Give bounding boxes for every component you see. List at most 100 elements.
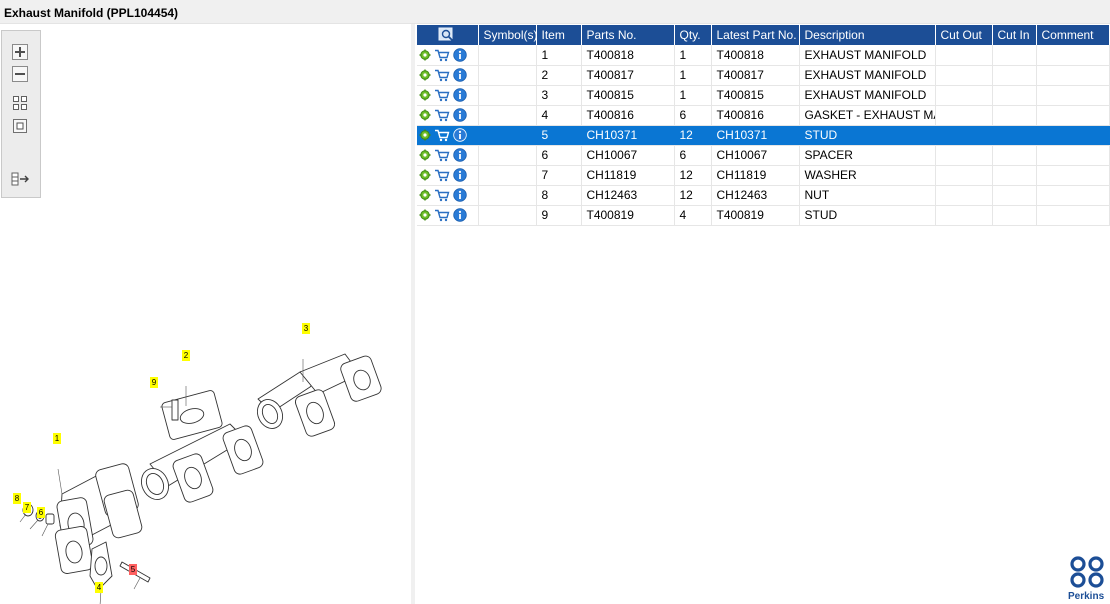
comment-cell — [1036, 145, 1110, 166]
comment-cell — [1036, 85, 1110, 106]
part-no-cell: CH12463 — [581, 185, 675, 206]
description-cell: WASHER — [799, 165, 936, 186]
cart-icon[interactable] — [434, 189, 450, 202]
symbols-cell — [478, 145, 537, 166]
cut-in-cell — [992, 205, 1037, 226]
table-row[interactable]: 7 CH11819 12 CH11819 WASHER — [417, 165, 1110, 186]
brand-name: Perkins — [1068, 591, 1105, 602]
qty-cell: 1 — [674, 45, 712, 66]
column-header-comment[interactable]: Comment — [1036, 25, 1110, 45]
column-header-qty[interactable]: Qty. — [674, 25, 712, 45]
cart-icon[interactable] — [434, 89, 450, 102]
table-row[interactable]: 3 T400815 1 T400815 EXHAUST MANIFOLD — [417, 85, 1110, 106]
search-parts-icon — [438, 27, 454, 42]
export-button[interactable] — [10, 170, 32, 188]
parts-list-pane: Symbol(s) Item Parts No. Qty. Latest Par… — [415, 24, 1110, 604]
qty-cell: 6 — [674, 145, 712, 166]
actual-size-icon — [13, 119, 27, 133]
column-header-description[interactable]: Description — [799, 25, 936, 45]
table-row[interactable]: 5 CH10371 12 CH10371 STUD — [417, 125, 1110, 146]
description-cell: STUD — [799, 205, 936, 226]
illustration-pane[interactable]: 3 2 9 1 8 7 6 5 4 — [0, 24, 411, 604]
row-actions-cell — [417, 205, 479, 226]
comment-cell — [1036, 105, 1110, 126]
fit-all-button[interactable] — [11, 94, 29, 112]
latest-part-no-cell: T400816 — [711, 105, 800, 126]
item-cell: 1 — [536, 45, 582, 66]
cart-icon[interactable] — [434, 109, 450, 122]
fit-all-icon — [13, 96, 27, 110]
callout-9[interactable]: 9 — [150, 377, 158, 388]
info-icon[interactable] — [453, 208, 467, 223]
parts-table: Symbol(s) Item Parts No. Qty. Latest Par… — [417, 25, 1110, 226]
item-cell: 9 — [536, 205, 582, 226]
table-row[interactable]: 1 T400818 1 T400818 EXHAUST MANIFOLD — [417, 45, 1110, 66]
info-icon[interactable] — [453, 108, 467, 123]
column-header-cut-out[interactable]: Cut Out — [935, 25, 993, 45]
gear-icon[interactable] — [419, 169, 431, 181]
info-icon[interactable] — [453, 48, 467, 62]
gear-icon[interactable] — [419, 49, 431, 61]
export-icon — [11, 172, 29, 186]
cut-out-cell — [935, 185, 993, 206]
qty-cell: 12 — [674, 165, 712, 186]
column-header-item[interactable]: Item — [536, 25, 582, 45]
info-icon[interactable] — [453, 168, 467, 183]
symbols-cell — [478, 85, 537, 106]
callout-5[interactable]: 5 — [129, 564, 137, 575]
info-icon[interactable] — [453, 128, 467, 143]
callout-8[interactable]: 8 — [13, 493, 21, 504]
item-cell: 2 — [536, 65, 582, 86]
info-icon[interactable] — [453, 88, 467, 103]
callout-1[interactable]: 1 — [53, 433, 61, 444]
row-actions-cell — [417, 185, 479, 206]
cart-icon[interactable] — [434, 49, 450, 62]
qty-cell: 12 — [674, 125, 712, 146]
description-cell: STUD — [799, 125, 936, 146]
table-row[interactable]: 4T4008166T400816GASKET - EXHAUST MANIF — [417, 105, 1110, 126]
comment-cell — [1036, 65, 1110, 86]
gear-icon[interactable] — [419, 109, 431, 121]
cart-icon[interactable] — [434, 129, 450, 142]
cart-icon[interactable] — [434, 149, 450, 162]
column-header-cut-in[interactable]: Cut In — [992, 25, 1037, 45]
info-icon[interactable] — [453, 188, 467, 203]
gear-icon[interactable] — [419, 129, 431, 141]
gear-icon[interactable] — [419, 89, 431, 101]
info-icon[interactable] — [453, 68, 467, 83]
cart-icon[interactable] — [434, 169, 450, 182]
latest-part-no-cell: CH10371 — [711, 125, 800, 146]
cut-in-cell — [992, 105, 1037, 126]
row-actions-cell — [417, 145, 479, 166]
callout-2[interactable]: 2 — [182, 350, 190, 361]
table-row[interactable]: 2 T400817 1 T400817 EXHAUST MANIFOLD — [417, 65, 1110, 86]
gear-icon[interactable] — [419, 209, 431, 221]
zoom-out-button[interactable] — [11, 65, 29, 83]
table-header-row: Symbol(s) Item Parts No. Qty. Latest Par… — [417, 25, 1110, 45]
callout-4[interactable]: 4 — [95, 582, 103, 593]
column-header-symbols[interactable]: Symbol(s) — [478, 25, 537, 45]
info-icon[interactable] — [453, 148, 467, 163]
table-row[interactable]: 8 CH12463 12 CH12463 NUT — [417, 185, 1110, 206]
table-row[interactable]: 6 CH10067 6 CH10067 SPACER — [417, 145, 1110, 166]
gear-icon[interactable] — [419, 149, 431, 161]
cut-in-cell — [992, 65, 1037, 86]
gear-icon[interactable] — [419, 69, 431, 81]
column-header-latest-part-no[interactable]: Latest Part No. — [711, 25, 800, 45]
actual-size-button[interactable] — [11, 117, 29, 135]
cart-icon[interactable] — [434, 209, 450, 222]
cart-icon[interactable] — [434, 69, 450, 82]
latest-part-no-cell: CH12463 — [711, 185, 800, 206]
callout-7[interactable]: 7 — [23, 502, 31, 513]
gear-icon[interactable] — [419, 189, 431, 201]
table-row[interactable]: 9 T400819 4 T400819 STUD — [417, 205, 1110, 226]
cut-out-cell — [935, 105, 993, 126]
callout-6[interactable]: 6 — [37, 507, 45, 518]
row-actions-cell — [417, 125, 479, 146]
part-no-cell: CH10067 — [581, 145, 675, 166]
callout-3[interactable]: 3 — [302, 323, 310, 334]
column-header-actions[interactable] — [417, 25, 479, 45]
viewer-toolbar — [1, 30, 41, 198]
zoom-in-button[interactable] — [11, 43, 29, 61]
column-header-parts-no[interactable]: Parts No. — [581, 25, 675, 45]
